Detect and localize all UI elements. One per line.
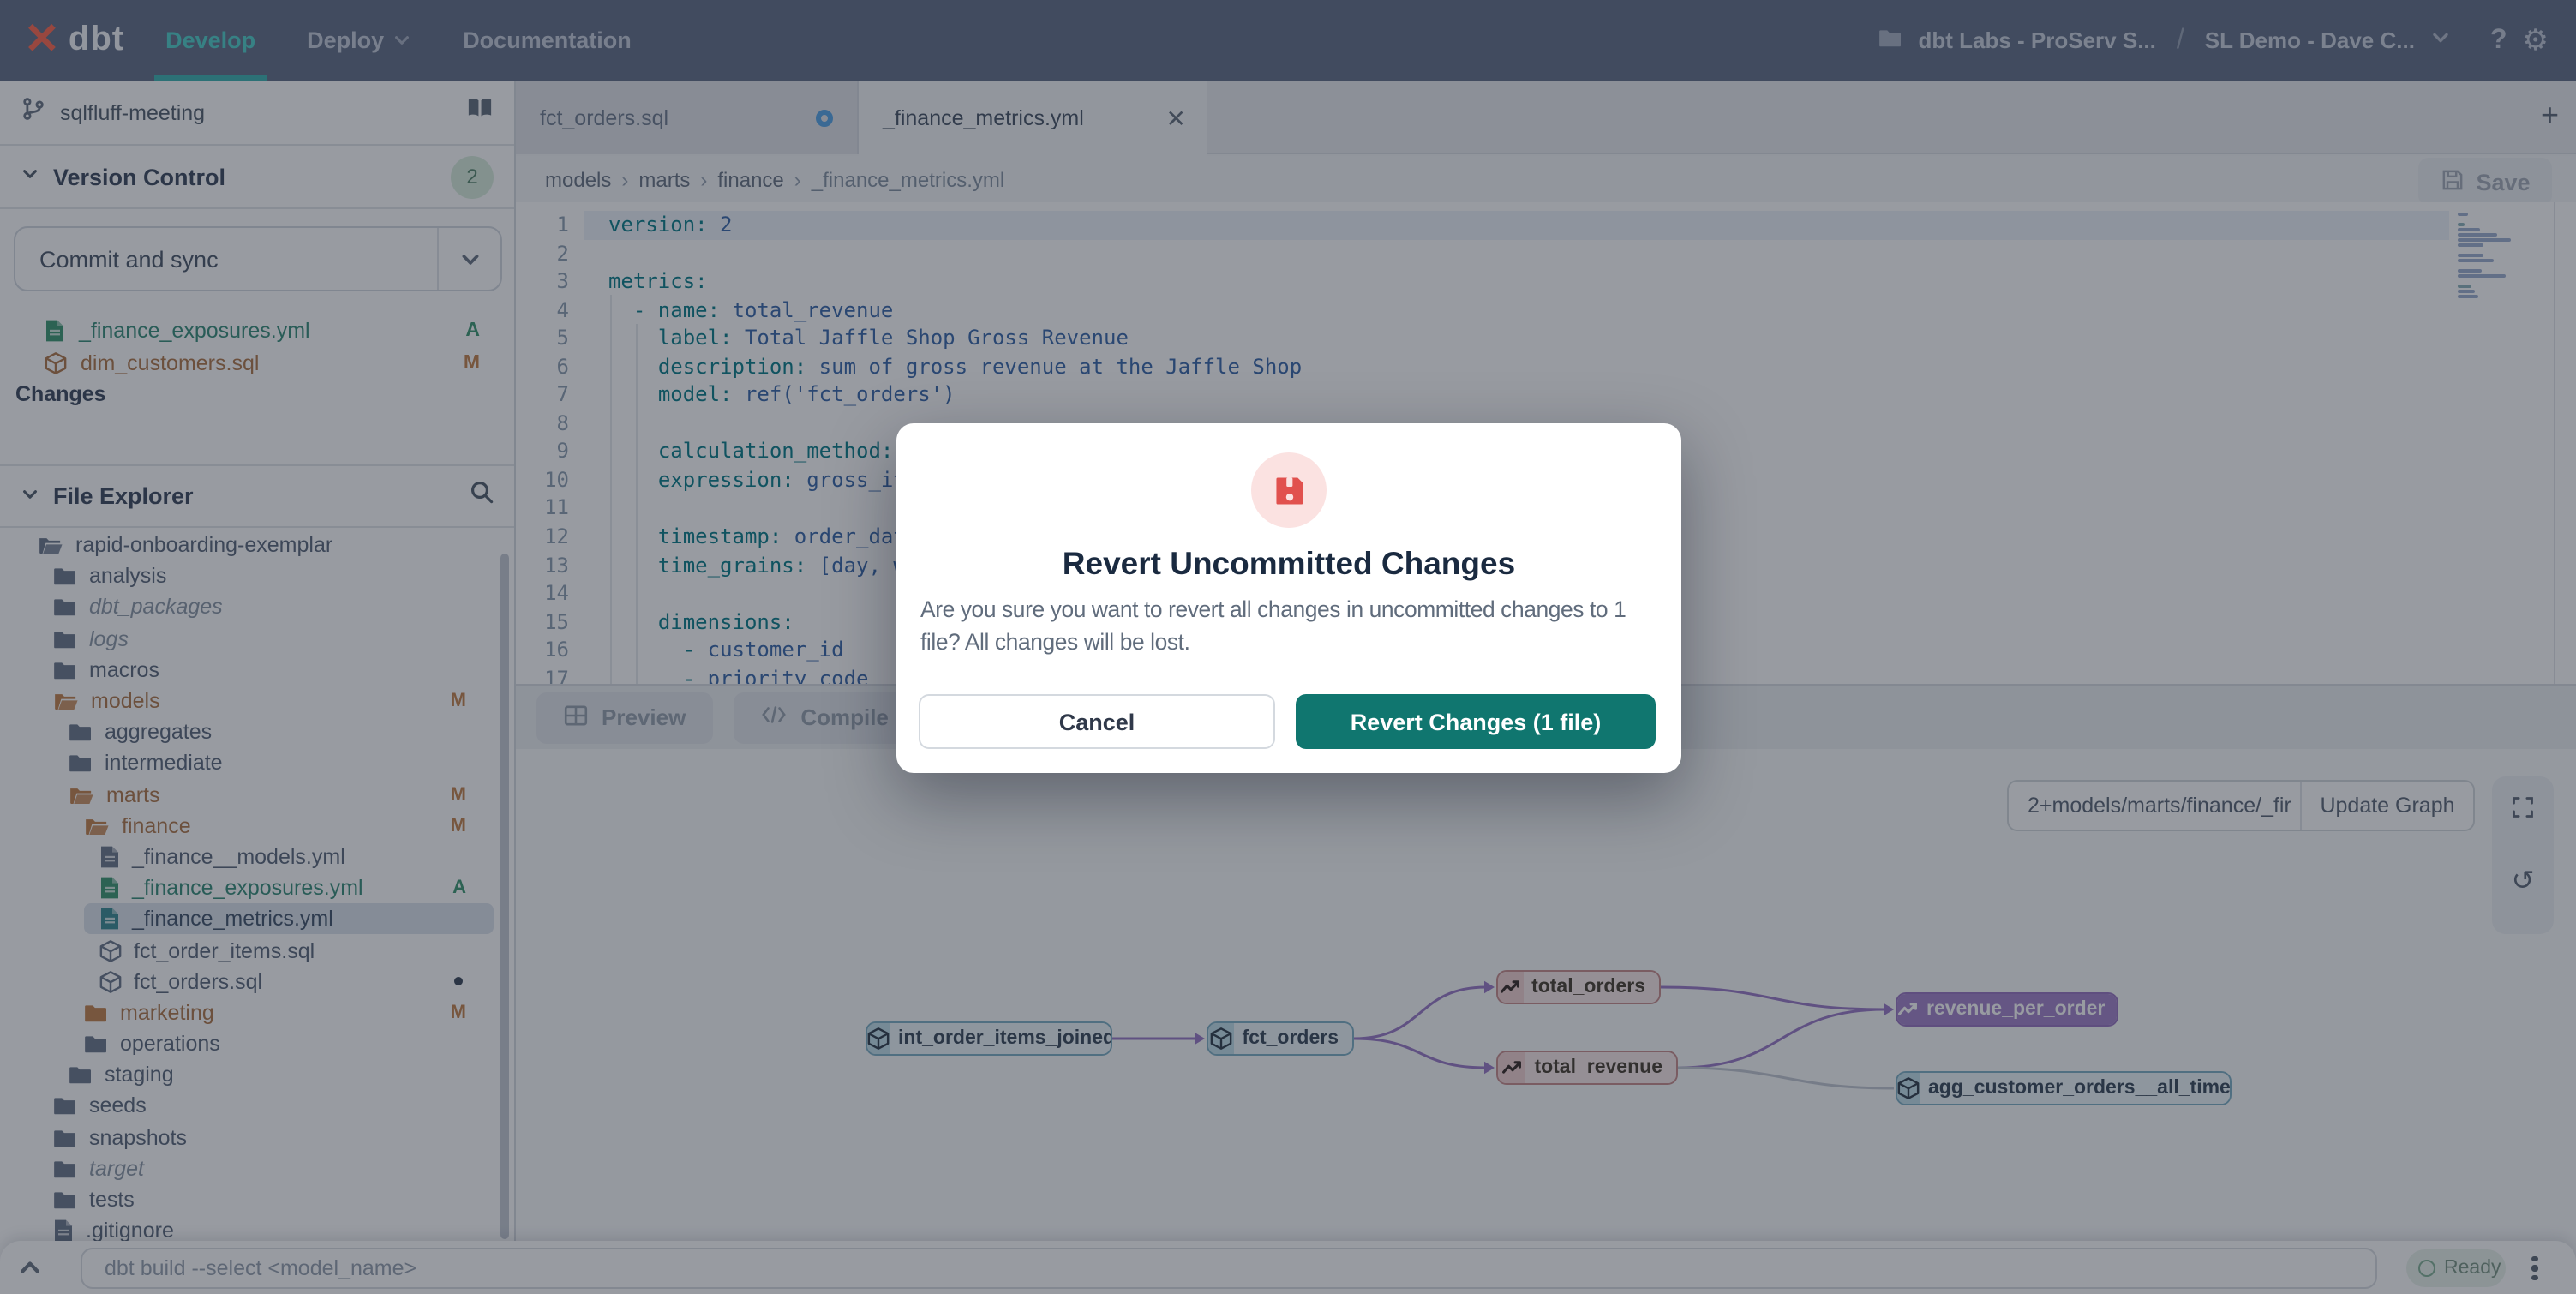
revert-changes-modal: Revert Uncommitted Changes Are you sure … xyxy=(896,423,1681,773)
revert-save-icon xyxy=(1251,452,1327,528)
modal-body-text: Are you sure you want to revert all chan… xyxy=(920,595,1657,659)
revert-changes-button[interactable]: Revert Changes (1 file) xyxy=(1296,694,1656,749)
dbt-cloud-ide: ✕ dbt DevelopDeployDocumentation dbt Lab… xyxy=(0,0,2576,1294)
modal-title: Revert Uncommitted Changes xyxy=(896,545,1681,583)
cancel-button[interactable]: Cancel xyxy=(919,694,1275,749)
